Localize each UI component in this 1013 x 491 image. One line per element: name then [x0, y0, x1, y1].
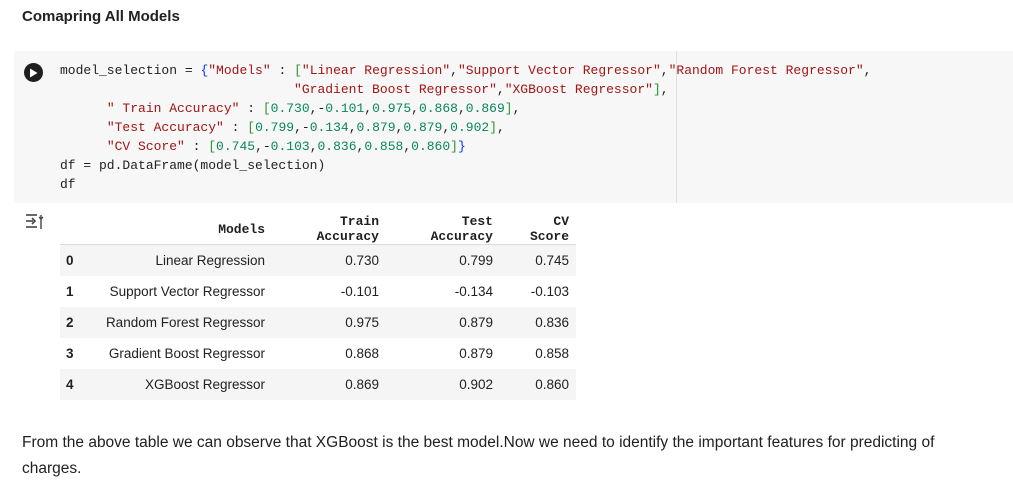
code-line: " Train Accuracy" : [0.730,-0.101,0.975,…	[106, 101, 521, 116]
code-line: "Test Accuracy" : [0.799,-0.134,0.879,0.…	[106, 120, 505, 135]
table-row: 0 Linear Regression 0.730 0.799 0.745	[60, 244, 576, 276]
row-index: 1	[66, 284, 74, 299]
column-header-train-accuracy: Train Accuracy	[272, 214, 386, 245]
cell-model: Gradient Boost Regressor	[108, 346, 265, 361]
play-icon	[30, 68, 38, 77]
cell-cv-score: -0.103	[530, 284, 569, 299]
cell-train-accuracy: -0.101	[340, 284, 379, 299]
column-header-models: Models	[88, 214, 272, 245]
cell-test-accuracy: 0.879	[386, 307, 500, 338]
cell-cv-score: 0.860	[500, 369, 576, 400]
cell-cv-score: 0.745	[500, 244, 576, 276]
code-line: model_selection = {"Models" : ["Linear R…	[60, 63, 872, 78]
cell-test-accuracy: 0.902	[386, 369, 500, 400]
dataframe-table: Models Train Accuracy Test Accuracy CV S…	[60, 214, 576, 400]
cell-cv-score: 0.858	[535, 346, 569, 361]
column-header-index	[60, 214, 88, 245]
row-index: 2	[60, 307, 88, 338]
column-header-cv-score: CV Score	[500, 214, 576, 245]
cell-model: Random Forest Regressor	[88, 307, 272, 338]
cell-train-accuracy: 0.975	[272, 307, 386, 338]
cell-test-accuracy: 0.799	[386, 244, 500, 276]
section-heading: Comapring All Models	[22, 8, 180, 25]
table-row: 1 Support Vector Regressor -0.101 -0.134…	[60, 276, 576, 307]
cell-train-accuracy: 0.730	[272, 244, 386, 276]
description-text: From the above table we can observe that…	[22, 434, 935, 477]
run-cell-button[interactable]	[24, 63, 43, 82]
code-line: "CV Score" : [0.745,-0.103,0.836,0.858,0…	[106, 139, 466, 154]
table-row: 3 Gradient Boost Regressor 0.868 0.879 0…	[60, 338, 576, 369]
cell-train-accuracy: 0.869	[272, 369, 386, 400]
row-index: 4	[60, 369, 88, 400]
code-line: "Gradient Boost Regressor","XGBoost Regr…	[294, 82, 669, 97]
cell-model: XGBoost Regressor	[88, 369, 272, 400]
cell-model: Linear Regression	[88, 244, 272, 276]
code-line: df	[60, 177, 76, 192]
output-toggle-icon[interactable]	[24, 211, 44, 231]
cell-cv-score: 0.836	[500, 307, 576, 338]
row-index: 0	[60, 244, 88, 276]
cell-model: Support Vector Regressor	[109, 284, 265, 299]
cell-test-accuracy: 0.879	[459, 346, 493, 361]
table-header-row: Models Train Accuracy Test Accuracy CV S…	[60, 214, 576, 245]
cell-test-accuracy: -0.134	[454, 284, 493, 299]
table-row: 4 XGBoost Regressor 0.869 0.902 0.860	[60, 369, 576, 400]
table-row: 2 Random Forest Regressor 0.975 0.879 0.…	[60, 307, 576, 338]
row-index: 3	[66, 346, 74, 361]
cell-train-accuracy: 0.868	[345, 346, 379, 361]
column-header-test-accuracy: Test Accuracy	[386, 214, 500, 245]
code-line: df = pd.DataFrame(model_selection)	[60, 158, 326, 173]
code-editor[interactable]: model_selection = {"Models" : ["Linear R…	[60, 61, 871, 194]
